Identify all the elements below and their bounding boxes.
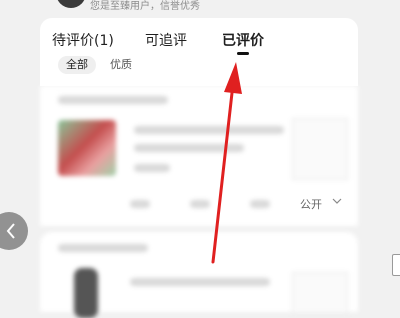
active-tab-indicator [237,52,249,55]
chevron-down-icon[interactable] [332,196,342,206]
back-button[interactable] [0,212,28,250]
visibility-label[interactable]: 公开 [300,196,322,212]
filter-all[interactable]: 全部 [58,56,96,74]
avatar [56,0,86,8]
review-item[interactable] [40,232,358,318]
filter-quality[interactable]: 优质 [102,56,140,74]
user-profile-strip: 您是至臻用户，信誉优秀 [0,0,400,18]
tab-pending-review[interactable]: 待评价(1) [52,30,114,50]
side-widget[interactable] [392,254,400,276]
tab-reviewed[interactable]: 已评价 [222,30,264,50]
product-thumbnail [74,268,98,318]
user-description: 您是至臻用户，信誉优秀 [90,1,200,12]
product-thumbnail [58,120,116,176]
tab-follow-up-review[interactable]: 可追评 [145,30,187,50]
reviews-header-card [40,18,358,86]
chevron-left-icon [6,223,15,239]
